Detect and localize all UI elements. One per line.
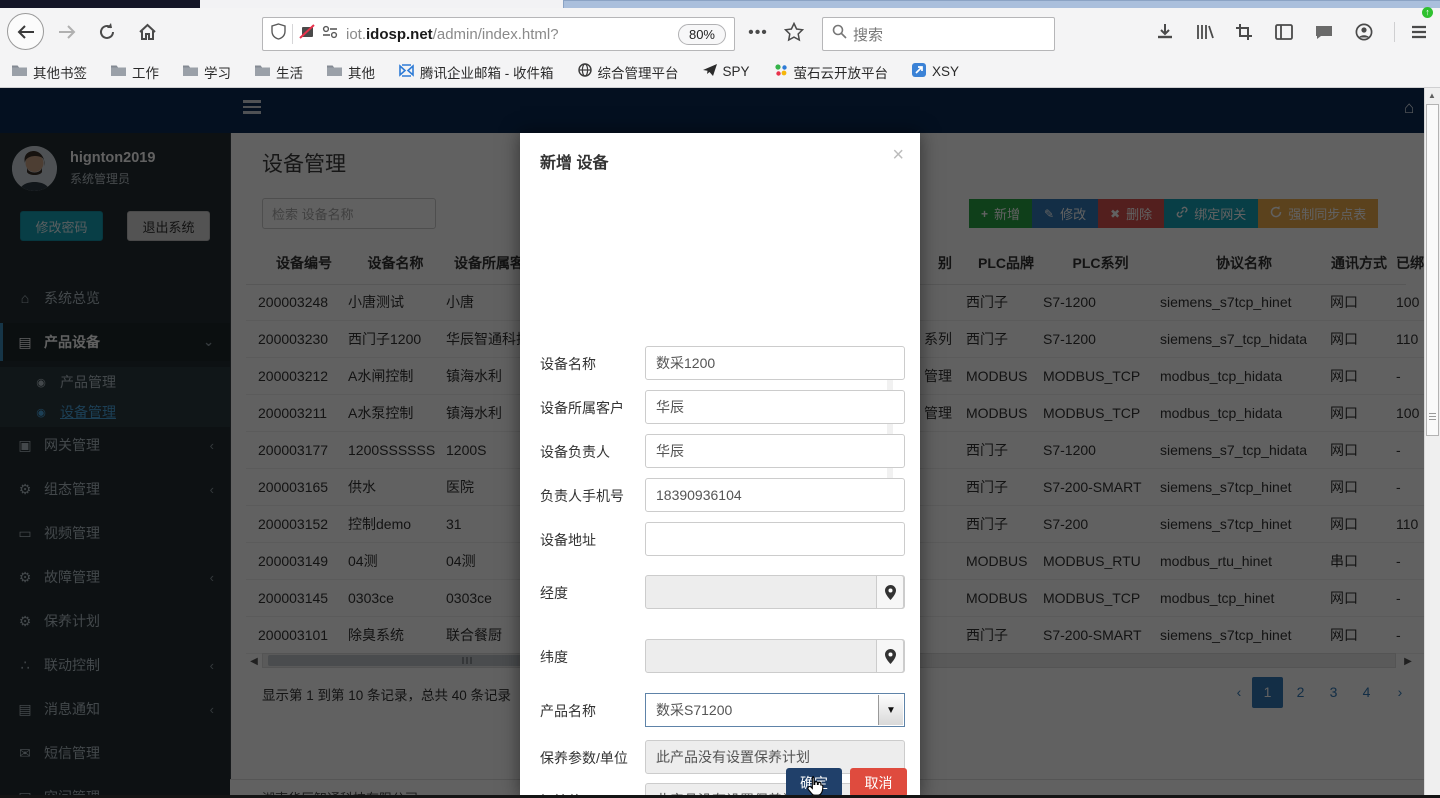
bookmark-label: SPY (723, 64, 750, 79)
bookmark-label: 腾讯企业邮箱 - 收件箱 (420, 62, 554, 82)
bookmark-label: 学习 (204, 62, 231, 82)
field-value: 此产品没有设置保养计划 (656, 747, 810, 767)
field-value: 18390936104 (656, 487, 742, 503)
vscroll-up-arrow[interactable]: ▲ (1428, 91, 1436, 100)
field-input-纬度[interactable] (645, 639, 905, 673)
menu-icon[interactable] (1406, 20, 1432, 44)
location-pin-icon[interactable] (876, 639, 904, 673)
bookmark-label: 其他书签 (33, 62, 87, 82)
bookmark-item[interactable]: 学习 (183, 62, 231, 82)
bookmark-label: 工作 (132, 62, 159, 82)
bookmark-label: 综合管理平台 (598, 62, 679, 82)
bookmark-star-icon[interactable] (780, 18, 808, 46)
vscrollbar-track[interactable]: ▲ (1424, 88, 1440, 798)
field-value: 数采1200 (656, 353, 715, 373)
bookmarks-bar: 其他书签 工作 学习 生活 其他 腾讯企业邮箱 - 收件箱 综合管理平台 SPY 萤石云开放平台… (0, 56, 1440, 87)
field-label: 设备地址 (540, 530, 650, 550)
forward-button[interactable] (54, 22, 80, 42)
page-actions-icon[interactable]: ••• (744, 24, 772, 42)
account-icon[interactable] (1351, 20, 1377, 44)
field-input-负责人手机号[interactable]: 18390936104 (645, 478, 905, 512)
xsy-icon (912, 63, 926, 80)
bookmark-item[interactable]: 综合管理平台 (578, 62, 679, 82)
field-input-经度[interactable] (645, 575, 905, 609)
field-value: 数采S71200 (656, 700, 732, 720)
field-input-设备所属客户[interactable]: 华辰 (645, 390, 905, 424)
divider (1394, 22, 1395, 42)
bookmark-label: XSY (932, 64, 959, 79)
url-bar[interactable]: iot.idosp.net/admin/index.html? 80% (262, 17, 735, 51)
vscrollbar-grip (1427, 413, 1438, 420)
search-icon (832, 24, 847, 44)
dots-color-icon (774, 63, 788, 80)
globe-icon (578, 63, 592, 80)
field-value: 华辰 (656, 441, 684, 461)
field-input-设备地址[interactable] (645, 522, 905, 556)
bookmark-label: 萤石云开放平台 (794, 62, 889, 82)
field-input-设备负责人[interactable]: 华辰 (645, 434, 905, 468)
field-label: 纬度 (540, 647, 650, 667)
update-badge: ↑ (1422, 7, 1433, 18)
reload-button[interactable] (94, 20, 120, 44)
url-text: iot.idosp.net/admin/index.html? (346, 26, 559, 43)
screen: iot.idosp.net/admin/index.html? 80% ••• … (0, 0, 1440, 798)
modal-title: 新增 设备 (540, 149, 608, 173)
folder-icon (12, 64, 27, 79)
screenshot-icon[interactable] (1231, 20, 1257, 44)
bookmark-label: 其他 (348, 62, 375, 82)
field-label: 设备负责人 (540, 442, 650, 462)
bookmark-item[interactable]: 其他 (327, 62, 375, 82)
active-tab-edge (563, 0, 1440, 8)
folder-icon (183, 64, 198, 79)
field-input-设备名称[interactable]: 数采1200 (645, 346, 905, 380)
messages-icon[interactable] (1311, 20, 1337, 44)
plane-icon (703, 64, 717, 80)
bookmark-label: 生活 (276, 62, 303, 82)
cancel-button[interactable]: 取消 (850, 768, 907, 797)
field-label: 保养参数/单位 (540, 748, 650, 768)
bookmark-item[interactable]: 腾讯企业邮箱 - 收件箱 (399, 62, 554, 82)
field-label: 设备所属客户 (540, 398, 650, 418)
bookmark-item[interactable]: 工作 (111, 62, 159, 82)
field-input-产品名称[interactable]: 数采S71200 ▼ (645, 693, 905, 727)
vscrollbar-thumb[interactable] (1426, 104, 1439, 436)
folder-icon (327, 64, 342, 79)
dropdown-arrow-icon[interactable]: ▼ (878, 695, 903, 725)
search-placeholder: 搜索 (853, 24, 883, 45)
folder-icon (111, 64, 126, 79)
shield-icon[interactable] (271, 23, 286, 45)
downloads-icon[interactable] (1152, 20, 1178, 44)
sidebar-toggle-icon[interactable] (1271, 20, 1297, 44)
field-label: 设备名称 (540, 354, 650, 374)
bookmark-item[interactable]: SPY (703, 64, 750, 80)
tencent-mail-icon (399, 64, 414, 80)
bookmark-item[interactable]: 其他书签 (12, 62, 87, 82)
permissions-icon[interactable] (322, 25, 338, 44)
back-button[interactable] (7, 13, 44, 50)
bookmark-item[interactable]: 萤石云开放平台 (774, 62, 889, 82)
divider (292, 24, 293, 44)
tab-strip-dark-segment (0, 0, 200, 8)
zoom-level-badge[interactable]: 80% (678, 24, 726, 45)
plugin-blocked-icon[interactable] (299, 23, 316, 45)
bookmark-item[interactable]: 生活 (255, 62, 303, 82)
location-pin-icon[interactable] (876, 575, 904, 609)
library-icon[interactable] (1192, 20, 1218, 44)
field-value: 华辰 (656, 397, 684, 417)
bookmark-item[interactable]: XSY (912, 63, 959, 80)
field-label: 负责人手机号 (540, 486, 650, 506)
field-label: 经度 (540, 583, 650, 603)
home-button[interactable] (134, 20, 160, 44)
folder-icon (255, 64, 270, 79)
add-device-modal: 新增 设备 × 设备名称数采1200设备所属客户华辰设备负责人华辰负责人手机号1… (520, 133, 920, 798)
search-bar[interactable]: 搜索 (822, 17, 1055, 51)
field-label: 产品名称 (540, 701, 650, 721)
close-icon[interactable]: × (892, 145, 904, 165)
